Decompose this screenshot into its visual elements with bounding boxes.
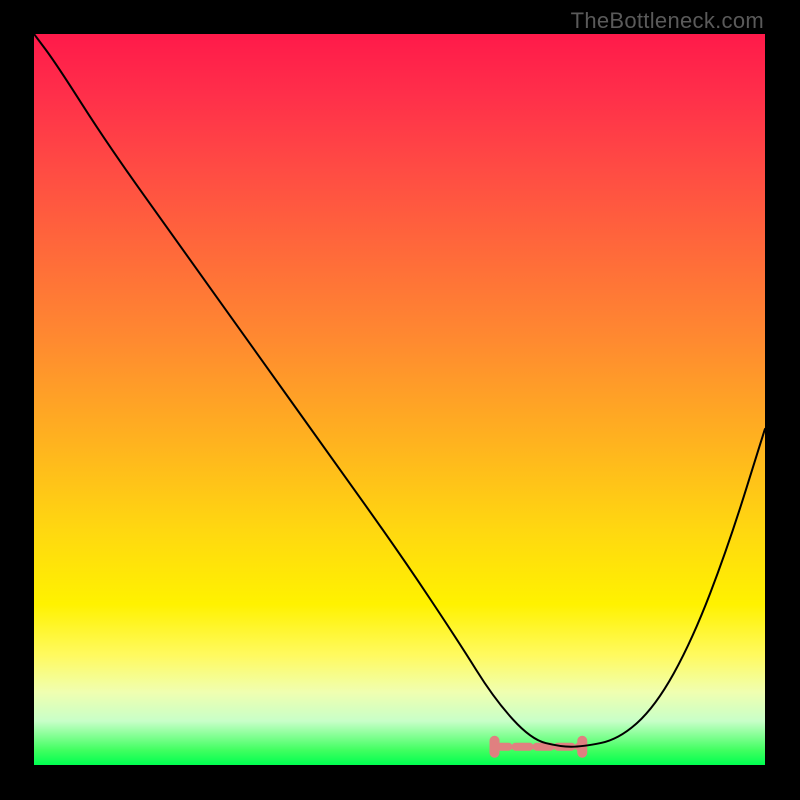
- plot-area: [34, 34, 765, 765]
- chart-container: TheBottleneck.com: [0, 0, 800, 800]
- background-gradient: [34, 34, 765, 765]
- attribution-label: TheBottleneck.com: [571, 8, 764, 34]
